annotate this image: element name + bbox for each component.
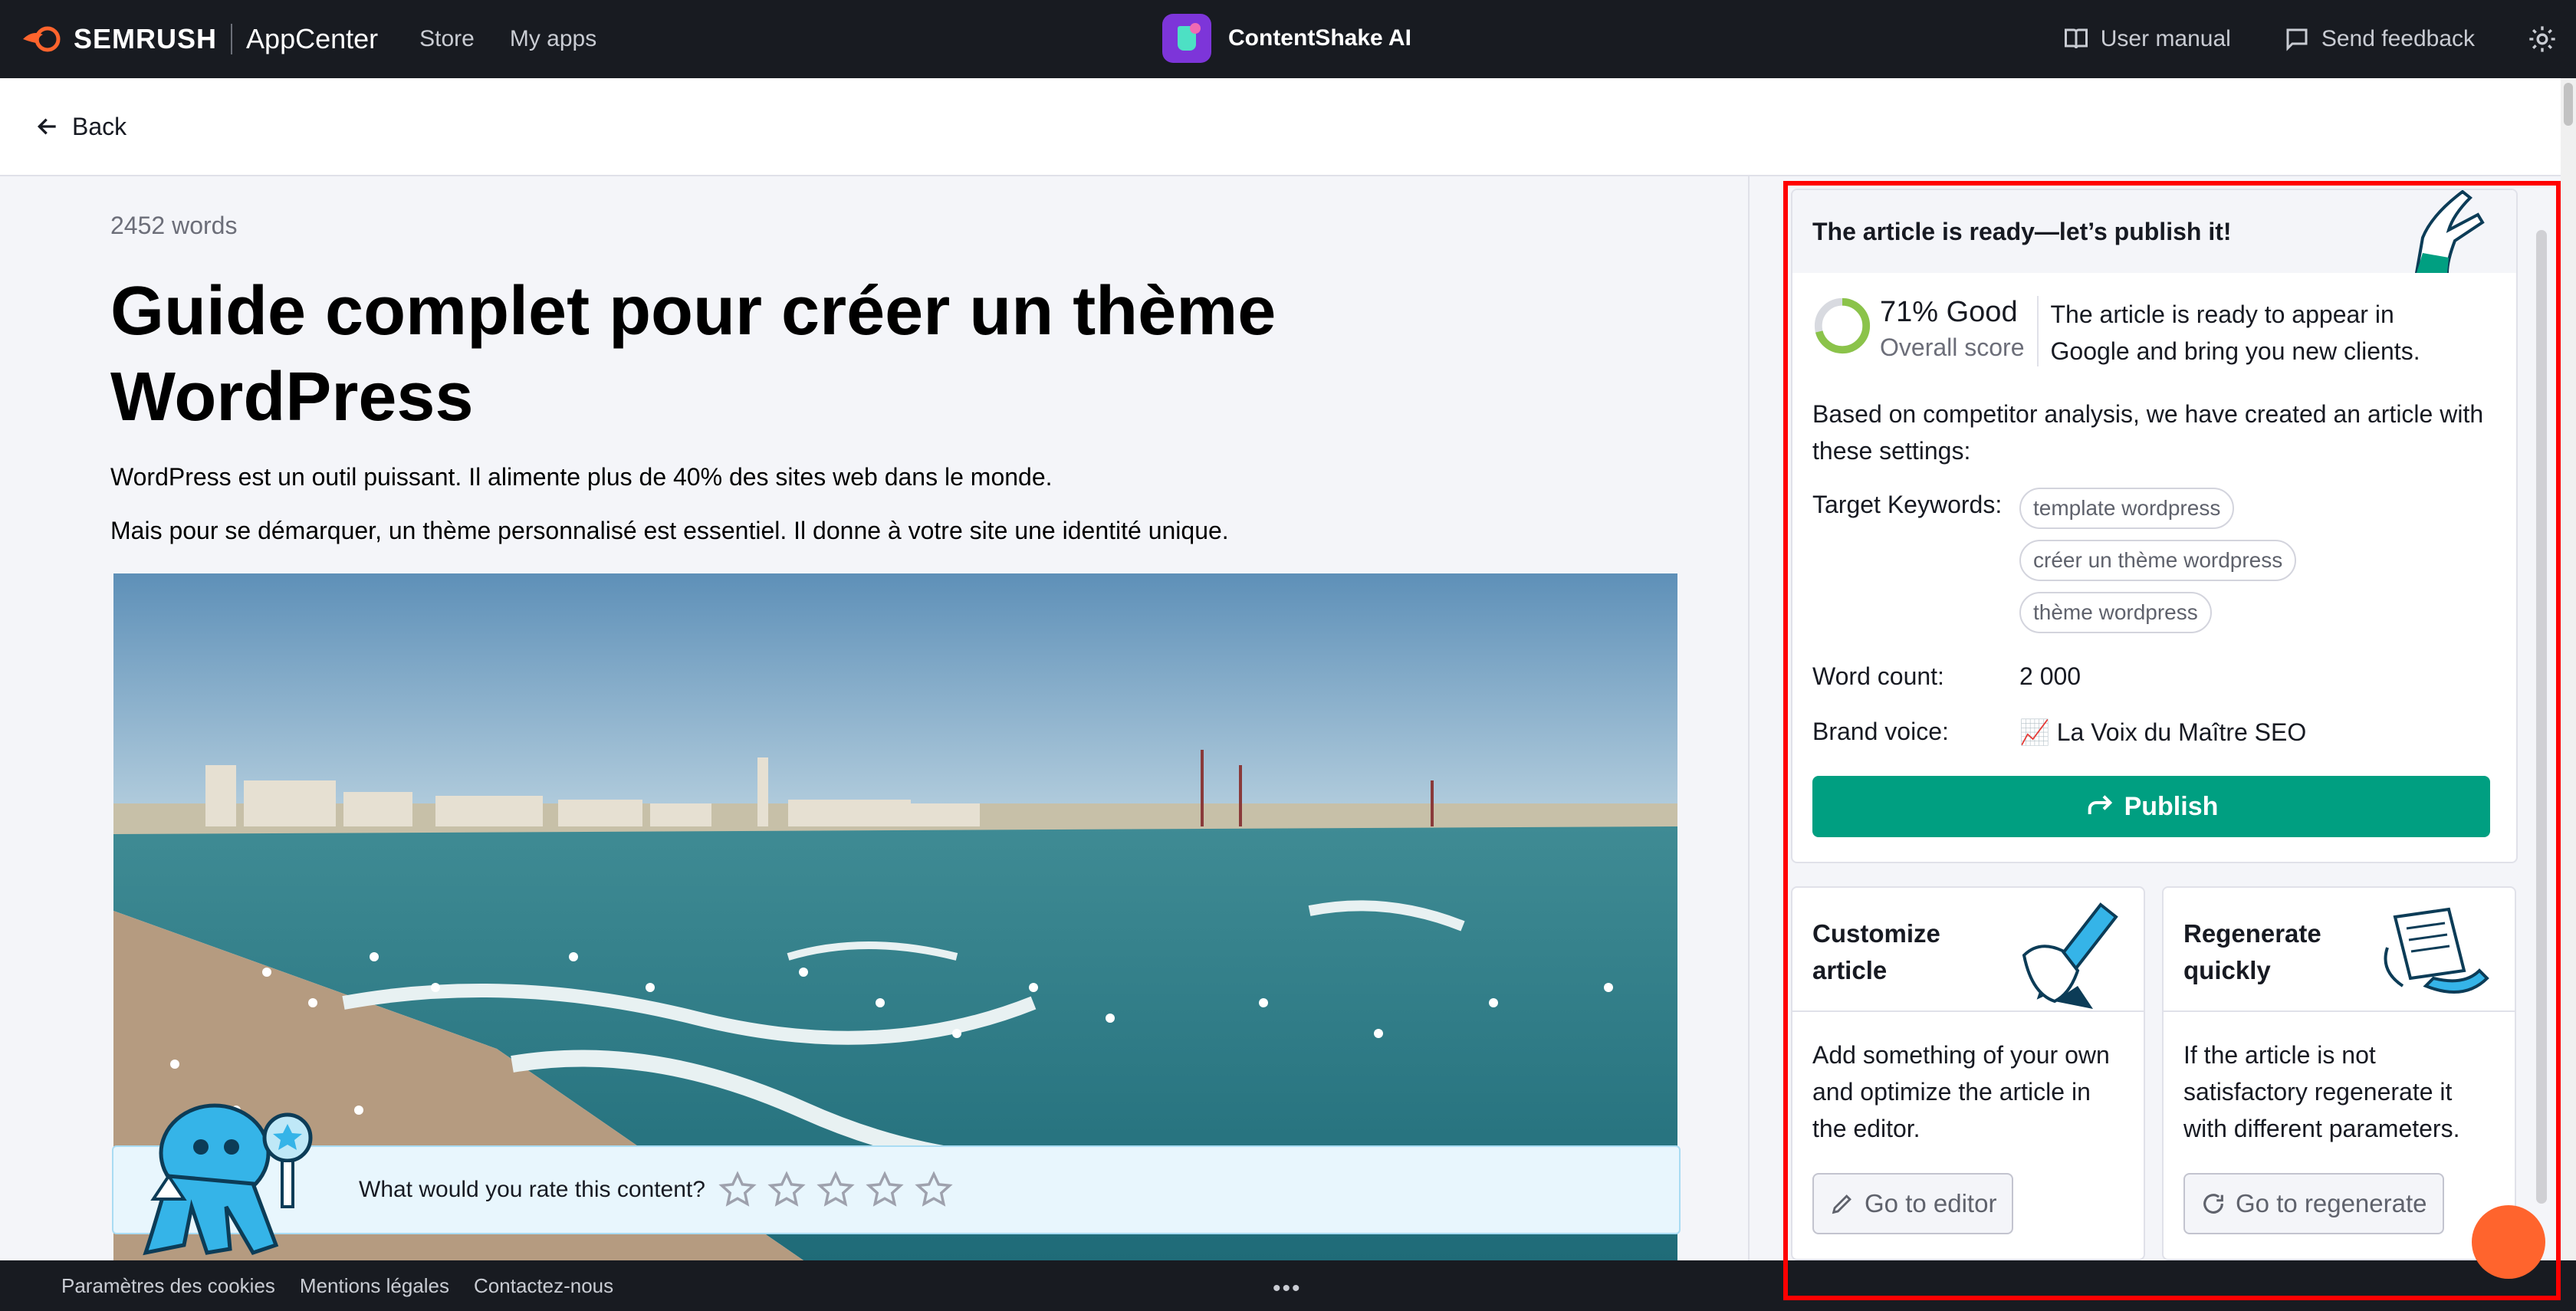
publish-panel-header: The article is ready—let’s publish it!	[1792, 190, 2516, 273]
go-to-regenerate-button[interactable]: Go to regenerate	[2183, 1173, 2444, 1234]
footer-more-icon[interactable]: •••	[1273, 1276, 1302, 1302]
customize-article-card: Customize article Add something of your …	[1791, 886, 2145, 1260]
article-word-count: 2452 words	[110, 212, 238, 239]
score-value: 71% Good	[1880, 296, 2018, 328]
publish-panel-title: The article is ready—let’s publish it!	[1812, 217, 2232, 245]
contentshake-app-icon	[1162, 14, 1211, 63]
back-button[interactable]: Back	[35, 113, 127, 141]
back-bar: Back	[0, 78, 2561, 176]
keyword-tag: thème wordpress	[2019, 592, 2212, 633]
footer-legal-notice[interactable]: Mentions légales	[300, 1274, 449, 1298]
article-title: Guide complet pour créer un thème WordPr…	[110, 273, 1276, 435]
star-icon[interactable]	[718, 1170, 757, 1210]
chat-widget-button[interactable]	[2472, 1205, 2545, 1279]
customize-card-title: Customize article	[1812, 919, 1940, 984]
content-rating-bar: What would you rate this content?	[112, 1145, 1681, 1234]
word-count-label: Word count:	[1812, 662, 1944, 690]
publish-label: Publish	[2124, 791, 2219, 821]
brand-voice-value: 📈 La Voix du Maître SEO	[2019, 718, 2307, 746]
article-preview: 2452 words Guide complet pour créer un t…	[0, 176, 1750, 1260]
star-icon[interactable]	[816, 1170, 856, 1210]
user-manual-link[interactable]: User manual	[2062, 25, 2231, 53]
keyword-tag: template wordpress	[2019, 488, 2235, 529]
sidebar-scrollbar[interactable]	[2536, 230, 2547, 1204]
article-paragraph-2: Mais pour se démarquer, un thème personn…	[110, 517, 1229, 544]
page-scrollbar[interactable]	[2561, 78, 2576, 1260]
score-label: Overall score	[1880, 334, 2025, 361]
score-description: The article is ready to appear in Google…	[2050, 301, 2420, 365]
semrush-logo[interactable]: SEMRUSH AppCenter	[21, 23, 378, 55]
brand-voice-label: Brand voice:	[1812, 718, 1949, 745]
footer-contact[interactable]: Contactez-nous	[474, 1274, 613, 1298]
score-divider	[2036, 296, 2039, 366]
regenerate-card-title: Regenerate quickly	[2183, 919, 2321, 984]
overall-score: 71% Good Overall score The article is re…	[1812, 296, 2480, 370]
keyword-tags: template wordpress créer un thème wordpr…	[2019, 488, 2297, 644]
pen-hand-icon	[2022, 902, 2118, 1009]
chat-icon	[2286, 28, 2308, 51]
go-to-regenerate-label: Go to regenerate	[2236, 1189, 2427, 1217]
current-app[interactable]: ContentShake AI	[1162, 14, 1411, 63]
semrush-flame-icon	[23, 26, 61, 52]
brand-name: SEMRUSH	[74, 23, 218, 54]
star-icon[interactable]	[865, 1170, 905, 1210]
top-navbar: SEMRUSH AppCenter Store My apps ContentS…	[0, 0, 2576, 78]
regenerate-card: Regenerate quickly If the article is not…	[2162, 886, 2516, 1260]
settings-intro: Based on competitor analysis, we have cr…	[1812, 400, 2484, 465]
brand-separator	[231, 24, 233, 54]
appcenter-label: AppCenter	[246, 23, 379, 54]
gear-icon[interactable]	[2527, 24, 2558, 54]
arrow-left-icon	[37, 118, 56, 135]
refresh-icon	[2203, 1194, 2223, 1214]
pencil-icon	[1832, 1194, 1852, 1214]
rating-prompt: What would you rate this content?	[359, 1177, 705, 1202]
user-manual-label: User manual	[2100, 26, 2231, 51]
nav-store[interactable]: Store	[419, 26, 475, 52]
star-icon[interactable]	[914, 1170, 954, 1210]
keywords-label: Target Keywords:	[1812, 491, 2003, 518]
scrollbar-thumb[interactable]	[2564, 83, 2573, 126]
app-title: ContentShake AI	[1228, 25, 1411, 51]
score-donut	[1814, 297, 1871, 354]
article-paragraph-1: WordPress est un outil puissant. Il alim…	[110, 463, 1053, 491]
go-to-editor-label: Go to editor	[1865, 1189, 1997, 1217]
footer: Paramètres des cookies Mentions légales …	[0, 1260, 2576, 1311]
nav-my-apps[interactable]: My apps	[510, 26, 596, 52]
octopus-mascot-icon	[143, 1103, 313, 1256]
send-feedback-link[interactable]: Send feedback	[2283, 25, 2475, 53]
publish-panel: The article is ready—let’s publish it! 7…	[1791, 189, 2518, 863]
send-feedback-label: Send feedback	[2321, 26, 2475, 51]
footer-cookie-settings[interactable]: Paramètres des cookies	[61, 1274, 275, 1298]
share-arrow-icon	[2088, 795, 2112, 814]
back-label: Back	[72, 112, 127, 140]
pointing-hand-icon	[2414, 190, 2485, 273]
star-icon[interactable]	[767, 1170, 807, 1210]
keyword-tag: créer un thème wordpress	[2019, 540, 2297, 581]
publish-button[interactable]: Publish	[1812, 776, 2490, 837]
book-icon	[2064, 28, 2088, 49]
document-refresh-icon	[2384, 907, 2489, 994]
customize-card-text: Add something of your own and optimize t…	[1812, 1041, 2110, 1142]
word-count-value: 2 000	[2019, 662, 2082, 690]
go-to-editor-button[interactable]: Go to editor	[1812, 1173, 2014, 1234]
regenerate-card-text: If the article is not satisfactory regen…	[2183, 1041, 2460, 1142]
rating-stars	[718, 1170, 963, 1210]
